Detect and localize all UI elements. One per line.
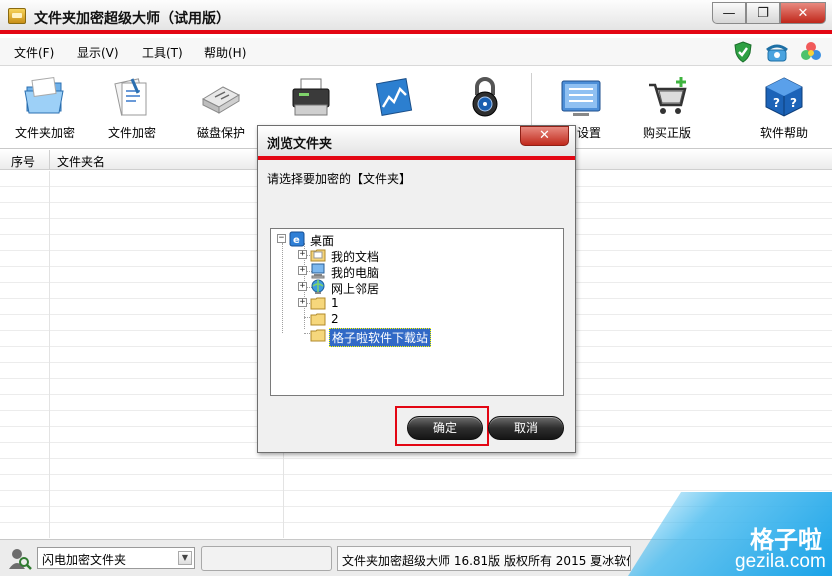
chevron-down-icon[interactable]: ▼ [178, 551, 192, 565]
close-button[interactable]: ✕ [780, 2, 826, 24]
chart-icon [373, 75, 417, 119]
usb-disk-icon [199, 75, 243, 119]
svg-text:e: e [293, 235, 300, 246]
tool-label: 文件加密 [107, 126, 156, 140]
tree-node-network[interactable]: + 网上邻居 [298, 279, 548, 296]
encrypt-mode-select[interactable]: 闪电加密文件夹 ▼ [37, 547, 195, 569]
tree-node-label: 2 [331, 312, 339, 326]
tool-label: 文件夹加密 [14, 126, 75, 140]
svg-text:?: ? [790, 96, 797, 110]
folder-lock-icon [23, 75, 67, 119]
tree-node-desktop[interactable]: − e 桌面 [277, 231, 557, 248]
dialog-close-button[interactable]: ✕ [520, 126, 569, 146]
shopping-cart-icon [645, 75, 689, 119]
tool-label: 软件帮助 [759, 126, 808, 140]
encrypt-mode-value: 闪电加密文件夹 [42, 553, 127, 567]
user-search-icon [8, 547, 32, 571]
tree-node-folder-2[interactable]: 2 [298, 311, 548, 327]
menu-view[interactable]: 显示(V) [77, 44, 119, 61]
menu-file[interactable]: 文件(F) [14, 44, 54, 61]
expand-icon[interactable]: + [298, 266, 307, 275]
tool-file-encrypt[interactable]: 文件加密 [100, 67, 164, 149]
tree-node-folder-1[interactable]: + 1 [298, 295, 548, 311]
menu-right-icons [732, 41, 822, 63]
tree-node-my-documents[interactable]: + 我的文档 [298, 247, 548, 264]
column-line [49, 171, 50, 538]
documents-folder-icon [310, 247, 326, 263]
tree-node-my-computer[interactable]: + 我的电脑 [298, 263, 548, 280]
dialog-title: 浏览文件夹 [267, 137, 333, 152]
network-icon [310, 279, 326, 295]
minimize-button[interactable]: — [712, 2, 746, 24]
title-bar: 文件夹加密超级大师（试用版） — ❐ ✕ [0, 0, 832, 34]
expand-icon[interactable]: + [298, 282, 307, 291]
svg-text:?: ? [773, 96, 780, 110]
computer-icon [310, 263, 326, 279]
app-icon [8, 8, 26, 24]
tree-node-label-selected: 格子啦软件下载站 [329, 328, 432, 347]
tool-buy[interactable]: 购买正版 [638, 67, 696, 149]
tool-disk-protect[interactable]: 磁盘保护 [190, 67, 252, 149]
tool-label: 购买正版 [642, 126, 691, 140]
window-title: 文件夹加密超级大师（试用版） [34, 11, 230, 27]
tree-connector [282, 243, 283, 333]
tree-node-label: 1 [331, 296, 339, 310]
column-header-folder-name[interactable]: 文件夹名 [57, 153, 105, 170]
maximize-button[interactable]: ❐ [746, 2, 780, 24]
desktop-icon: e [289, 231, 305, 247]
folder-icon [310, 295, 326, 311]
phone-icon[interactable] [766, 41, 788, 63]
cancel-button[interactable]: 取消 [488, 416, 564, 440]
menu-help[interactable]: 帮助(H) [204, 44, 246, 61]
menu-tools[interactable]: 工具(T) [142, 44, 183, 61]
copyright-text: 文件夹加密超级大师 16.81版 版权所有 2015 夏冰软件( [342, 554, 631, 568]
color-balls-icon[interactable] [800, 41, 822, 63]
expand-icon[interactable]: + [298, 250, 307, 259]
tool-help[interactable]: ?? 软件帮助 [754, 67, 814, 149]
padlock-icon [463, 75, 507, 119]
collapse-icon[interactable]: − [277, 234, 286, 243]
tool-label: 磁盘保护 [196, 126, 245, 140]
column-header-index[interactable]: 序号 [11, 153, 35, 170]
menu-bar: 文件(F) 显示(V) 工具(T) 帮助(H) [0, 38, 832, 66]
file-lock-icon [110, 75, 154, 119]
column-separator[interactable] [49, 150, 50, 170]
watermark-en: gezila.com [735, 551, 826, 572]
dialog-title-bar: 浏览文件夹 ✕ [258, 126, 575, 160]
settings-panel-icon [559, 75, 603, 119]
printer-icon [289, 75, 333, 119]
shield-check-icon[interactable] [732, 41, 754, 63]
status-box [201, 546, 332, 571]
folder-icon [310, 327, 326, 343]
tree-node-gezila[interactable]: 格子啦软件下载站 [298, 327, 548, 347]
tool-folder-encrypt[interactable]: 文件夹加密 [8, 67, 82, 149]
dialog-prompt: 请选择要加密的【文件夹】 [267, 172, 412, 186]
ok-button[interactable]: 确定 [407, 416, 483, 440]
watermark-cn: 格子啦 [750, 526, 822, 554]
window-controls: — ❐ ✕ [712, 2, 826, 24]
folder-icon [310, 311, 326, 327]
expand-icon[interactable]: + [298, 298, 307, 307]
browse-folder-dialog: 浏览文件夹 ✕ 请选择要加密的【文件夹】 − e 桌面 + 我的文档 + 我的电… [257, 125, 576, 453]
help-cube-icon: ?? [762, 75, 806, 119]
status-info: 文件夹加密超级大师 16.81版 版权所有 2015 夏冰软件( [337, 546, 631, 571]
folder-tree[interactable]: − e 桌面 + 我的文档 + 我的电脑 + 网上邻居 + 1 2 格子啦软件下… [270, 228, 564, 396]
